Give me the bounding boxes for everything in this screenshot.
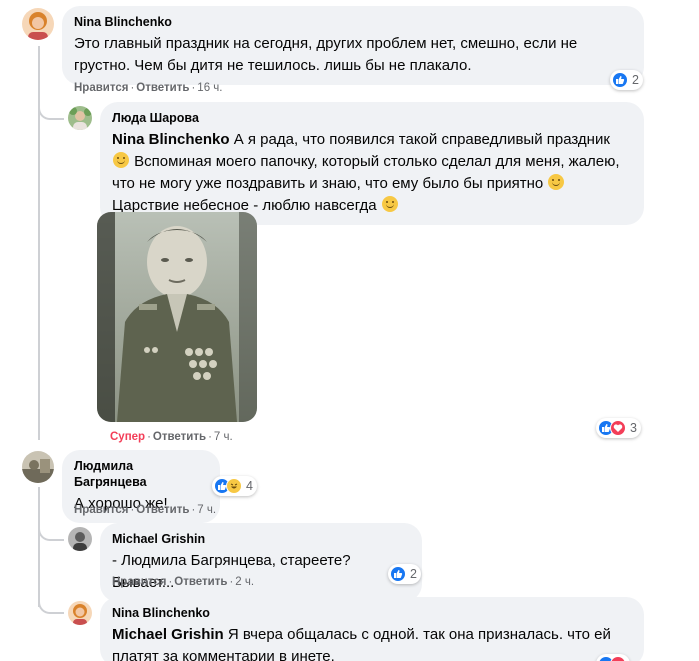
like-link[interactable]: Нравится	[74, 504, 128, 516]
comment-author[interactable]: Людмила Багрянцева	[74, 458, 208, 490]
reaction-count: 4	[246, 479, 253, 493]
mention-link[interactable]: Nina Blinchenko	[112, 131, 230, 148]
comment-bubble: Michael Grishin - Людмила Багрянцева, ст…	[100, 523, 422, 602]
reactions-summary[interactable]: 4	[212, 476, 257, 496]
avatar[interactable]	[68, 601, 92, 625]
timestamp[interactable]: 16 ч.	[197, 82, 222, 94]
thumbs-up-icon	[612, 72, 628, 88]
like-link[interactable]: Нравится	[112, 576, 166, 588]
reactions-summary[interactable]: 3	[596, 418, 641, 438]
comment-author[interactable]: Люда Шарова	[112, 110, 632, 126]
timestamp[interactable]: 7 ч.	[197, 504, 216, 516]
heart-icon	[610, 656, 626, 661]
comment-text-part: А я рада, что появился такой справедливы…	[233, 131, 610, 148]
smile-emoji-icon	[113, 152, 129, 168]
reaction-count: 2	[410, 567, 417, 581]
like-link[interactable]: Нравится	[74, 82, 128, 94]
avatar[interactable]	[22, 451, 54, 483]
comment-author[interactable]: Nina Blinchenko	[112, 605, 632, 621]
reply-link[interactable]: Ответить	[136, 82, 189, 94]
avatar[interactable]	[22, 8, 54, 40]
thread-connector	[38, 92, 64, 120]
attached-photo[interactable]	[97, 212, 257, 422]
comment-bubble: Nina Blinchenko Это главный праздник на …	[62, 6, 644, 85]
comment-text-part: Вспоминая моего папочку, который столько…	[112, 153, 620, 192]
thumbs-up-icon	[390, 566, 406, 582]
smile-emoji-icon	[548, 174, 565, 190]
super-link[interactable]: Супер	[110, 431, 145, 443]
laugh-icon	[226, 478, 242, 494]
comment-text: Michael Grishin Я вчера общалась с одной…	[112, 624, 632, 661]
reply-link[interactable]: Ответить	[153, 431, 206, 443]
comment-bubble: Люда Шарова Nina Blinchenko А я рада, чт…	[100, 102, 644, 225]
reaction-count: 3	[630, 421, 637, 435]
reactions-summary[interactable]	[596, 654, 630, 661]
reactions-summary[interactable]: 2	[610, 70, 643, 90]
mention-link[interactable]: Michael Grishin	[112, 626, 224, 643]
comment-actions: Нравится · Ответить · 16 ч.	[74, 82, 223, 94]
thread-connector	[38, 515, 64, 541]
comment-text: Это главный праздник на сегодня, других …	[74, 35, 578, 74]
reactions-summary[interactable]: 2	[388, 564, 421, 584]
timestamp[interactable]: 7 ч.	[214, 431, 233, 443]
comment-author[interactable]: Michael Grishin	[112, 531, 410, 547]
comment-actions: Нравится · Ответить · 2 ч.	[112, 576, 255, 588]
avatar[interactable]	[68, 106, 92, 130]
comment-bubble: Nina Blinchenko Michael Grishin Я вчера …	[100, 597, 644, 661]
avatar[interactable]	[68, 527, 92, 551]
comment-actions: Супер · Ответить · 7 ч.	[110, 431, 233, 443]
reaction-count: 2	[632, 73, 639, 87]
smile-emoji-icon	[381, 196, 398, 212]
reply-link[interactable]: Ответить	[174, 576, 227, 588]
thread-connector	[38, 588, 64, 614]
comment-text: Nina Blinchenko А я рада, что появился т…	[112, 129, 632, 217]
reply-link[interactable]: Ответить	[136, 504, 189, 516]
heart-icon	[610, 420, 626, 436]
comment-actions: Нравится · Ответить · 7 ч.	[74, 504, 217, 516]
comment-author[interactable]: Nina Blinchenko	[74, 14, 632, 30]
timestamp[interactable]: 2 ч.	[235, 576, 254, 588]
